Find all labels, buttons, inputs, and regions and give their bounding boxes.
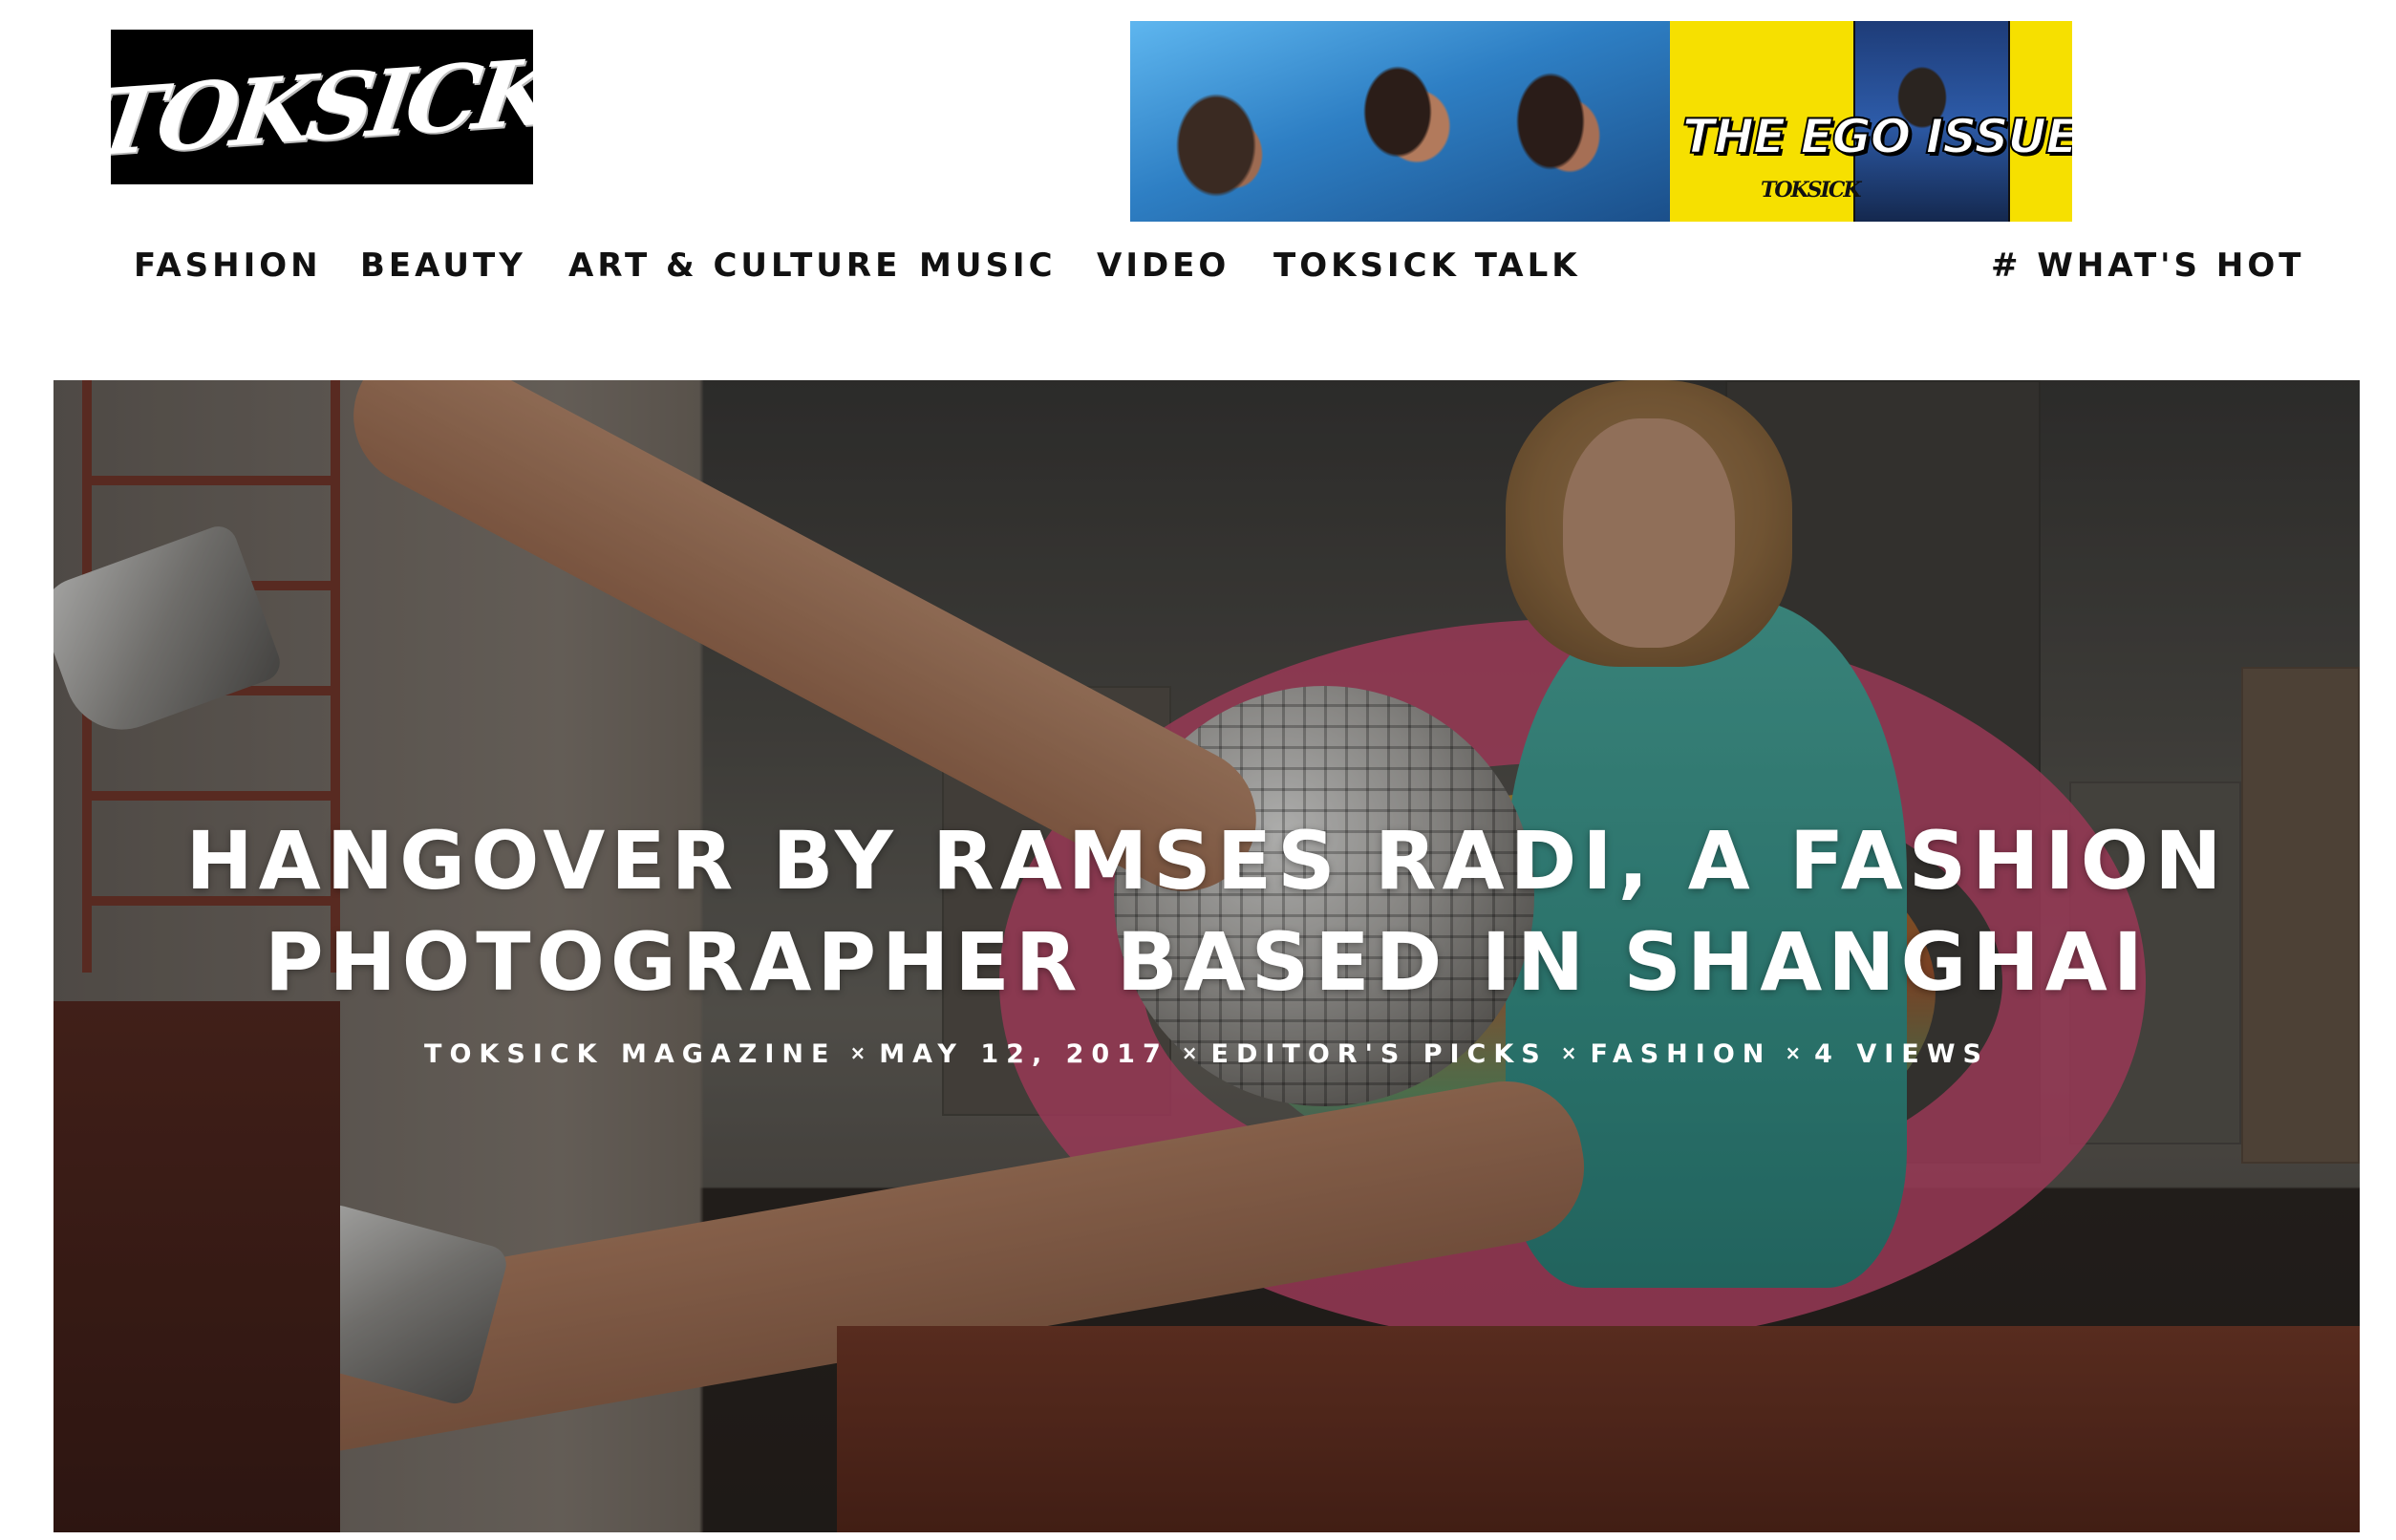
nav-item-beauty[interactable]: BEAUTY	[360, 246, 526, 285]
nav-item-music[interactable]: MUSIC	[919, 246, 1057, 285]
meta-author[interactable]: TOKSICK MAGAZINE	[424, 1039, 836, 1069]
meta-date: MAY 12, 2017	[879, 1039, 1168, 1069]
nav-item-fashion[interactable]: FASHION	[134, 246, 322, 285]
nav-item-art-culture[interactable]: ART & CULTURE	[568, 246, 901, 285]
article-title[interactable]: HANGOVER BY RAMSES RADI, A FASHION PHOTO…	[53, 810, 2360, 1013]
article-meta: TOKSICK MAGAZINE × MAY 12, 2017 × EDITOR'S P…	[53, 1039, 2360, 1069]
site-logo[interactable]: TOKSICK	[111, 30, 533, 184]
main-nav: FASHION BEAUTY ART & CULTURE MUSIC VIDEO…	[0, 246, 2396, 300]
article-title-line2: PHOTOGRAPHER BASED IN SHANGHAI	[264, 915, 2150, 1009]
article-title-line1: HANGOVER BY RAMSES RADI, A FASHION	[185, 814, 2228, 908]
ad-banner[interactable]: THE EGO ISSUE TOKSICK	[1130, 21, 2072, 222]
page: TOKSICK THE EGO ISSUE TOKSICK FASHION BE…	[0, 0, 2396, 1540]
meta-separator: ×	[849, 1041, 866, 1064]
hero-feature[interactable]: HANGOVER BY RAMSES RADI, A FASHION PHOTO…	[53, 380, 2360, 1532]
meta-separator: ×	[1560, 1041, 1577, 1064]
meta-category-fashion[interactable]: FASHION	[1590, 1039, 1771, 1069]
logo-text: TOKSICK	[111, 37, 533, 177]
meta-separator: ×	[1181, 1041, 1198, 1064]
meta-views: 4 VIEWS	[1814, 1039, 1989, 1069]
ad-photo	[1130, 21, 1670, 222]
nav-item-video[interactable]: VIDEO	[1097, 246, 1230, 285]
nav-item-toksick-talk[interactable]: TOKSICK TALK	[1273, 246, 1581, 285]
nav-item-whats-hot[interactable]: # WHAT'S HOT	[1991, 246, 2304, 285]
meta-separator: ×	[1785, 1041, 1802, 1064]
ad-title: THE EGO ISSUE	[1681, 108, 2072, 165]
meta-category-editors-picks[interactable]: EDITOR'S PICKS	[1211, 1039, 1548, 1069]
ad-brand: TOKSICK	[1761, 178, 1861, 203]
